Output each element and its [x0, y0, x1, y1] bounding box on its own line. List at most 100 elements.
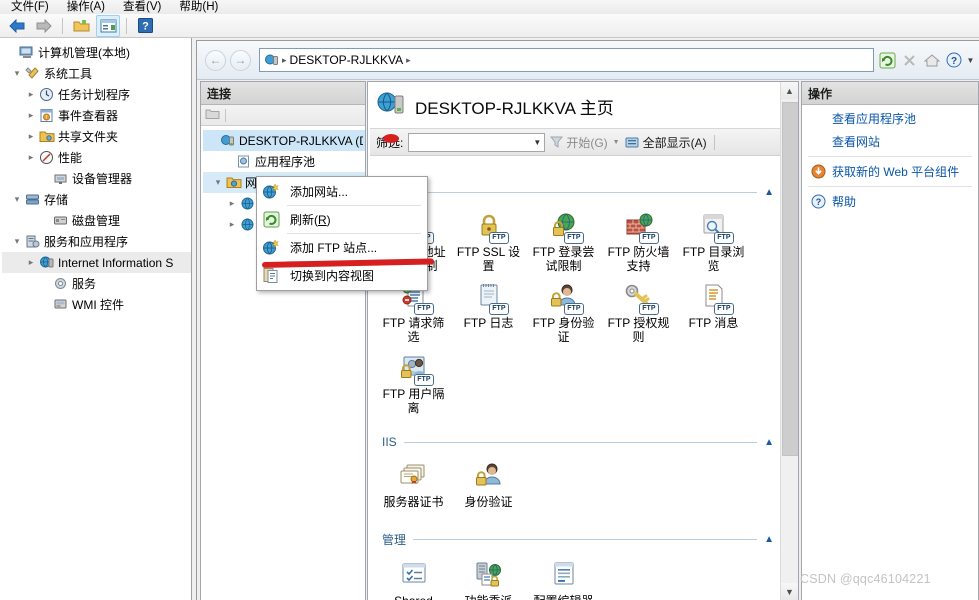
expander-expand[interactable]: ▸	[225, 219, 239, 230]
feature-feature-delegation[interactable]: 功能委派	[451, 553, 526, 600]
feature-view-scrollbar[interactable]: ▲ ▼	[780, 82, 798, 600]
feature-ftp-directory-browsing[interactable]: FTP FTP 目录浏览	[676, 204, 751, 275]
tree-node-storage[interactable]: ▾ 存储	[2, 189, 191, 210]
menu-item-file[interactable]: 文件(F)	[2, 0, 58, 14]
expander-collapse[interactable]: ▾	[10, 194, 24, 205]
menu-item-view[interactable]: 查看(V)	[114, 0, 170, 14]
ftp-badge: FTP	[564, 303, 584, 315]
breadcrumb-separator-2[interactable]: ▸	[406, 55, 411, 66]
scroll-down-icon[interactable]: ▼	[781, 583, 798, 600]
filter-go-button[interactable]: 开始(G)	[550, 134, 608, 151]
feature-server-certificates[interactable]: 服务器证书	[376, 454, 451, 511]
download-icon	[810, 164, 826, 180]
feature-authentication[interactable]: 身份验证	[451, 454, 526, 511]
feature-shared-configuration[interactable]: Shared Configur	[376, 553, 451, 600]
action-label: 查看应用程序池	[832, 112, 917, 126]
menu-item-help[interactable]: 帮助(H)	[170, 0, 227, 14]
refresh-icon[interactable]	[878, 51, 897, 70]
conn-node-server[interactable]: DESKTOP-RJLKKVA (DE	[203, 130, 365, 151]
feature-ftp-authorization-rules[interactable]: FTP FTP 授权规则	[601, 275, 676, 346]
breadcrumb[interactable]: DESKTOP-RJLKKVA	[290, 53, 404, 67]
expander-expand[interactable]: ▸	[225, 198, 239, 209]
feature-ftp-messages[interactable]: FTP FTP 消息	[676, 275, 751, 346]
expander-collapse[interactable]: ▾	[211, 177, 225, 188]
ftp-badge: FTP	[489, 303, 509, 315]
tree-node-label: 服务	[72, 277, 97, 291]
feature-ftp-logon-attempt-restrictions[interactable]: FTP FTP 登录尝试限制	[526, 204, 601, 275]
action-view-sites[interactable]: 查看网站	[802, 130, 978, 153]
help-icon[interactable]: ?	[133, 15, 157, 37]
expander-collapse[interactable]: ▾	[10, 68, 24, 79]
menu-item-action[interactable]: 操作(A)	[58, 0, 114, 14]
expander-expand[interactable]: ▸	[24, 131, 38, 142]
tree-node-event-viewer[interactable]: ▸ ! 事件查看器	[2, 105, 191, 126]
iis-forward-button[interactable]: →	[230, 49, 251, 71]
help-circle-icon[interactable]: ?	[944, 51, 963, 70]
tree-node-label: 性能	[58, 151, 83, 165]
back-button[interactable]	[5, 15, 29, 37]
certificate-icon	[398, 460, 430, 492]
services-apps-icon	[24, 234, 41, 250]
action-view-application-pools[interactable]: 查看应用程序池	[802, 107, 978, 130]
expander-expand[interactable]: ▸	[24, 89, 38, 100]
conn-node-application-pools[interactable]: 应用程序池	[203, 151, 365, 172]
up-folder-button[interactable]	[69, 15, 93, 37]
connect-icon[interactable]	[205, 107, 220, 124]
tree-node-label: 系统工具	[44, 67, 93, 81]
user-lock-icon: FTP	[548, 281, 584, 315]
feature-label: FTP 请求筛选	[382, 316, 445, 344]
tree-node-wmi-control[interactable]: WMI 控件	[2, 294, 191, 315]
chevron-up-icon[interactable]: ▲	[764, 437, 774, 448]
tree-node-computer-management[interactable]: 计算机管理(本地)	[2, 42, 191, 63]
chevron-down-icon[interactable]: ▼	[533, 138, 541, 147]
feature-ftp-firewall-support[interactable]: FTP FTP 防火墙支持	[601, 204, 676, 275]
expander-expand[interactable]: ▸	[24, 110, 38, 121]
tree-node-device-manager[interactable]: 设备管理器	[2, 168, 191, 189]
feature-ftp-user-isolation[interactable]: FTP FTP 用户隔离	[376, 346, 451, 417]
ftp-badge: FTP	[564, 232, 584, 244]
actions-header: 操作	[802, 82, 978, 105]
tree-node-task-scheduler[interactable]: ▸ 任务计划程序	[2, 84, 191, 105]
context-menu-item-refresh[interactable]: 刷新(R)	[257, 207, 427, 232]
forward-button[interactable]	[32, 15, 56, 37]
tree-node-shared-folders[interactable]: ▸ 共享文件夹	[2, 126, 191, 147]
context-menu-item-add-ftp-site[interactable]: 添加 FTP 站点...	[257, 235, 427, 260]
tree-node-system-tools[interactable]: ▾ 系统工具	[2, 63, 191, 84]
feature-ftp-ssl-settings[interactable]: FTP FTP SSL 设置	[451, 204, 526, 275]
action-help[interactable]: ? 帮助	[802, 190, 978, 213]
action-get-new-web-platform-components[interactable]: 获取新的 Web 平台组件	[802, 160, 978, 183]
iis-body: 连接 DESKTOP-RJLKKVA (DE 应用程序池 ▾ ▸ ▸ DESKT…	[197, 79, 979, 600]
scroll-up-icon[interactable]: ▲	[781, 82, 798, 99]
stop-icon[interactable]	[900, 51, 919, 70]
filter-input[interactable]: ▼	[408, 132, 546, 152]
address-input[interactable]: ▸ DESKTOP-RJLKKVA ▸	[259, 48, 874, 72]
eventlog-icon: !	[38, 108, 55, 124]
tree-node-internet-information-services[interactable]: ▸ Internet Information S	[2, 252, 191, 273]
chevron-up-icon[interactable]: ▲	[764, 187, 774, 198]
iis-back-button[interactable]: ←	[205, 49, 226, 71]
filter-go-chevron-icon[interactable]: ▼	[613, 139, 620, 146]
tree-node-disk-management[interactable]: 磁盘管理	[2, 210, 191, 231]
filter-go-label: 开始(G)	[566, 135, 608, 150]
context-menu-item-add-website[interactable]: 添加网站...	[257, 179, 427, 204]
computer-management-tree: 计算机管理(本地) ▾ 系统工具 ▸ 任务计划程序 ▸ ! 事件查看器 ▸ 共享…	[0, 38, 191, 315]
actions-pane: 操作 查看应用程序池 查看网站 获取新的 Web 平台组件 ? 帮助	[801, 81, 979, 600]
chevron-down-icon[interactable]: ▼	[966, 51, 975, 70]
chevron-up-icon[interactable]: ▲	[764, 534, 774, 545]
home-icon[interactable]	[922, 51, 941, 70]
expander-expand[interactable]: ▸	[24, 152, 38, 163]
tree-node-services[interactable]: 服务	[2, 273, 191, 294]
properties-button[interactable]	[96, 14, 120, 37]
scrollbar-thumb[interactable]	[782, 102, 798, 456]
mmc-toolbar: ?	[0, 14, 979, 38]
feature-configuration-editor[interactable]: 配置编辑器	[526, 553, 601, 600]
tree-node-services-and-applications[interactable]: ▾ 服务和应用程序	[2, 231, 191, 252]
expander-collapse[interactable]: ▾	[10, 236, 24, 247]
feature-ftp-authentication[interactable]: FTP FTP 身份验证	[526, 275, 601, 346]
tree-node-performance[interactable]: ▸ 性能	[2, 147, 191, 168]
feature-ftp-logging[interactable]: FTP FTP 日志	[451, 275, 526, 346]
feature-label: 服务器证书	[383, 495, 444, 509]
performance-icon	[38, 150, 55, 166]
show-all-button[interactable]: 全部显示(A)	[625, 134, 707, 151]
expander-expand[interactable]: ▸	[24, 257, 38, 268]
